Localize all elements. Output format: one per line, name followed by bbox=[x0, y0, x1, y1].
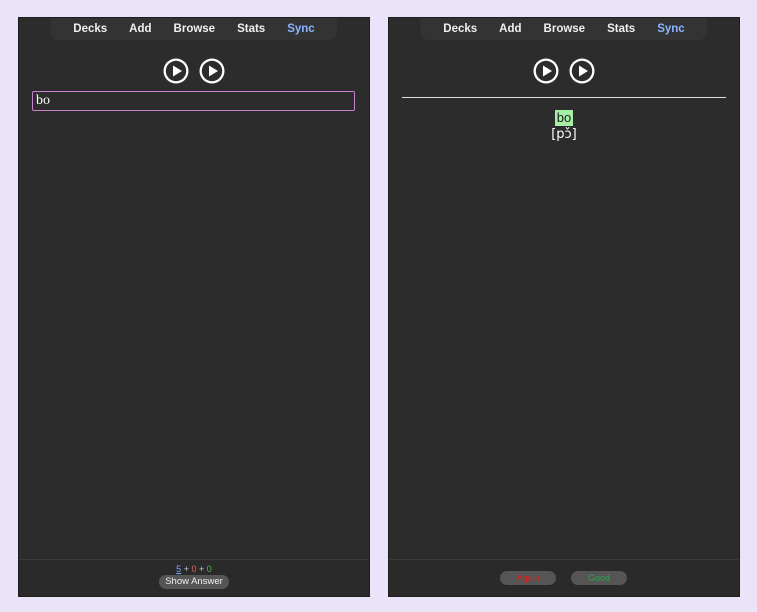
answer-divider bbox=[402, 97, 726, 98]
answer-word: bo bbox=[554, 110, 574, 126]
review-count: 0 bbox=[206, 564, 212, 574]
play-icon[interactable] bbox=[569, 58, 595, 84]
nav-stats[interactable]: Stats bbox=[596, 23, 646, 35]
nav-add[interactable]: Add bbox=[118, 23, 162, 35]
again-button[interactable]: Again bbox=[500, 571, 556, 585]
nav-browse[interactable]: Browse bbox=[163, 23, 227, 35]
learning-count: 0 bbox=[191, 564, 197, 574]
nav-stats[interactable]: Stats bbox=[226, 23, 276, 35]
play-icon[interactable] bbox=[199, 58, 225, 84]
play-icon[interactable] bbox=[533, 58, 559, 84]
question-screen: Decks Add Browse Stats Sync 5 + 0 + 0 Sh… bbox=[18, 17, 370, 597]
nav-sync[interactable]: Sync bbox=[276, 23, 326, 35]
answer-screen: Decks Add Browse Stats Sync bo [pɔ̌] Aga… bbox=[388, 17, 740, 597]
good-button[interactable]: Good bbox=[571, 571, 627, 585]
type-answer-input[interactable] bbox=[32, 91, 355, 111]
nav-decks[interactable]: Decks bbox=[432, 23, 488, 35]
count-separator: + bbox=[183, 564, 189, 574]
bottom-bar: Again Good bbox=[389, 559, 739, 596]
answer-content: bo [pɔ̌] bbox=[389, 109, 739, 143]
nav-browse[interactable]: Browse bbox=[533, 23, 597, 35]
nav-decks[interactable]: Decks bbox=[62, 23, 118, 35]
bottom-bar: 5 + 0 + 0 Show Answer bbox=[19, 559, 369, 596]
top-nav-bar: Decks Add Browse Stats Sync bbox=[50, 18, 338, 40]
play-icon[interactable] bbox=[163, 58, 189, 84]
nav-sync[interactable]: Sync bbox=[646, 23, 696, 35]
due-counts: 5 + 0 + 0 bbox=[19, 564, 369, 574]
count-separator: + bbox=[199, 564, 205, 574]
answer-pronunciation: [pɔ̌] bbox=[551, 127, 577, 142]
audio-controls bbox=[389, 58, 739, 84]
audio-controls bbox=[19, 58, 369, 84]
new-count[interactable]: 5 bbox=[176, 564, 181, 574]
top-nav-bar: Decks Add Browse Stats Sync bbox=[420, 18, 708, 40]
show-answer-button[interactable]: Show Answer bbox=[159, 575, 229, 589]
nav-add[interactable]: Add bbox=[488, 23, 532, 35]
